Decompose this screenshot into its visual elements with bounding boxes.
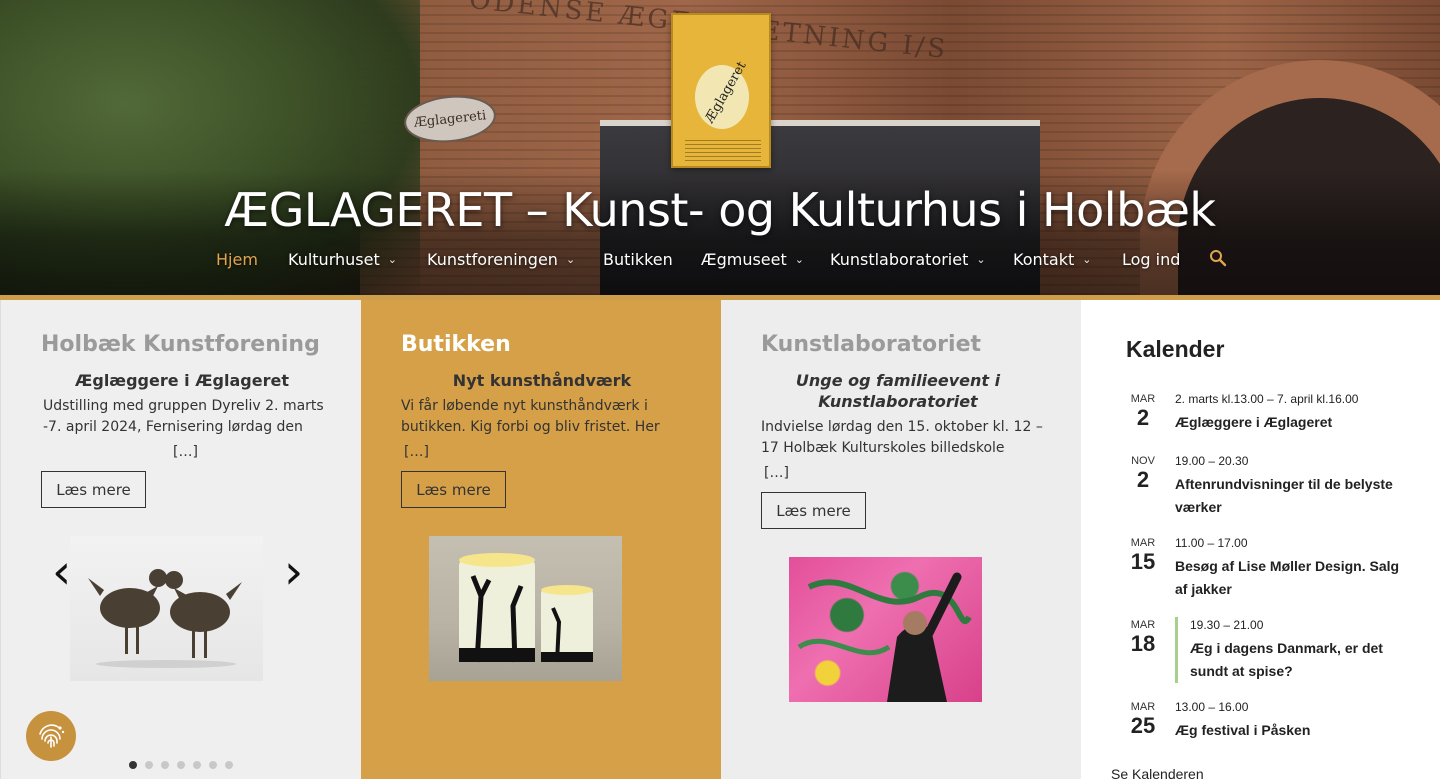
lanterns-image[interactable] — [429, 536, 622, 681]
event-title[interactable]: Æglæggere i Æglageret — [1175, 411, 1415, 434]
nav-label: Ægmuseet — [701, 250, 787, 269]
slider-dot[interactable] — [161, 761, 169, 769]
item-excerpt: Udstilling med gruppen Dyreliv 2. marts … — [43, 398, 324, 435]
logo-fineprint — [685, 139, 761, 161]
read-more-button[interactable]: Læs mere — [41, 471, 146, 508]
slider-next-button[interactable]: › — [284, 548, 303, 596]
nav-item-log-ind[interactable]: Log ind — [1122, 250, 1180, 269]
nav-label: Hjem — [216, 250, 258, 269]
item-title[interactable]: Unge og familieevent i Kunstlaboratoriet — [773, 370, 1023, 412]
event-title[interactable]: Æg festival i Påsken — [1175, 719, 1415, 742]
slider-dot[interactable] — [209, 761, 217, 769]
event-month: NOV — [1131, 455, 1155, 467]
event-title[interactable]: Aftenrundvisninger til de belyste værker — [1175, 473, 1415, 519]
event-month: MAR — [1130, 393, 1156, 405]
event-month: MAR — [1130, 619, 1156, 631]
slider-dot[interactable] — [225, 761, 233, 769]
slider-dot[interactable] — [145, 761, 153, 769]
chevron-down-icon: ⌄ — [976, 253, 986, 266]
item-excerpt: Indvielse lørdag den 15. oktober kl. 12 … — [761, 419, 1043, 456]
item-title[interactable]: Nyt kunsthåndværk — [401, 370, 683, 391]
see-calendar-link[interactable]: Se Kalenderen — [1111, 766, 1204, 779]
graffiti-image[interactable] — [789, 557, 982, 702]
nav-item-hjem[interactable]: Hjem — [216, 250, 258, 269]
graffiti-painter-illustration — [797, 572, 972, 702]
nav-item-butikken[interactable]: Butikken — [603, 250, 673, 269]
slider-dot[interactable] — [129, 761, 137, 769]
nav-item-kunstlaboratoriet[interactable]: Kunstlaboratoriet ⌄ — [830, 250, 986, 269]
panel-butikken: Butikken Nyt kunsthåndværk Vi får løbend… — [361, 300, 721, 779]
chevron-down-icon: ⌄ — [387, 253, 397, 266]
event-day: 25 — [1130, 713, 1156, 738]
excerpt-ellipsis: […] — [173, 444, 198, 460]
nav-label: Kunstforeningen — [427, 250, 558, 269]
nav-label: Butikken — [603, 250, 673, 269]
nav-item-aegmuseet[interactable]: Ægmuseet ⌄ — [701, 250, 804, 269]
fingerprint-icon — [39, 724, 65, 748]
site-logo[interactable]: Æglageret — [671, 13, 771, 168]
nav-label: Kulturhuset — [288, 250, 380, 269]
chevron-down-icon: ⌄ — [794, 253, 804, 266]
slider-dot[interactable] — [193, 761, 201, 769]
panel-title: Holbæk Kunstforening — [41, 332, 320, 357]
slider-dots — [129, 761, 233, 769]
event-time: 11.00 – 17.00 — [1175, 536, 1248, 550]
event-month: MAR — [1130, 701, 1156, 713]
event-day: 15 — [1130, 549, 1156, 574]
bronze-hens-illustration — [88, 569, 242, 668]
event-time: 19.00 – 20.30 — [1175, 454, 1249, 468]
site-title: ÆGLAGERET – Kunst- og Kulturhus i Holbæk — [224, 183, 1216, 237]
event-day: 2 — [1136, 405, 1150, 430]
nav-item-kulturhuset[interactable]: Kulturhuset ⌄ — [288, 250, 397, 269]
event-body: 2. marts kl.13.00 – 7. april kl.16.00 Æg… — [1175, 391, 1415, 434]
event-body: 19.30 – 21.00 Æg i dagens Danmark, er de… — [1175, 617, 1415, 683]
event-time: 19.30 – 21.00 — [1190, 618, 1264, 632]
calendar-title: Kalender — [1126, 336, 1225, 362]
panel-kunstlaboratoriet: Kunstlaboratoriet Unge og familieevent i… — [721, 300, 1081, 779]
nav-label: Kunstlaboratoriet — [830, 250, 969, 269]
nav-label: Log ind — [1122, 250, 1181, 269]
excerpt-ellipsis: […] — [404, 444, 429, 460]
event-title[interactable]: Æg i dagens Danmark, er det sundt at spi… — [1190, 637, 1415, 683]
nav-item-kontakt[interactable]: Kontakt ⌄ — [1013, 250, 1091, 269]
chevron-down-icon: ⌄ — [1082, 253, 1092, 266]
search-icon[interactable] — [1208, 248, 1228, 268]
hens-image[interactable] — [70, 536, 263, 681]
read-more-button[interactable]: Læs mere — [761, 492, 866, 529]
event-time: 2. marts kl.13.00 – 7. april kl.16.00 — [1175, 392, 1359, 406]
read-more-button[interactable]: Læs mere — [401, 471, 506, 508]
slider-dot[interactable] — [177, 761, 185, 769]
nav-item-kunstforeningen[interactable]: Kunstforeningen ⌄ — [427, 250, 575, 269]
event-body: 19.00 – 20.30 Aftenrundvisninger til de … — [1175, 453, 1415, 519]
calendar-panel: Kalender MAR 2 2. marts kl.13.00 – 7. ap… — [1081, 300, 1440, 779]
slider-prev-button[interactable]: ‹ — [52, 548, 71, 596]
event-body: 13.00 – 16.00 Æg festival i Påsken — [1175, 699, 1415, 742]
ceramic-lanterns-illustration — [459, 553, 593, 663]
event-body: 11.00 – 17.00 Besøg af Lise Møller Desig… — [1175, 535, 1415, 601]
nav-label: Kontakt — [1013, 250, 1075, 269]
event-day: 2 — [1136, 467, 1150, 492]
item-title[interactable]: Æglæggere i Æglageret — [41, 370, 323, 391]
event-title[interactable]: Besøg af Lise Møller Design. Salg af jak… — [1175, 555, 1415, 601]
hero-banner: ODENSE ÆGFORRETNING I/S Æglagereti Æglag… — [0, 0, 1440, 295]
event-day: 18 — [1130, 631, 1156, 656]
panel-kunstforening: Holbæk Kunstforening Æglæggere i Æglager… — [0, 300, 361, 779]
event-time: 13.00 – 16.00 — [1175, 700, 1249, 714]
event-month: MAR — [1130, 537, 1156, 549]
panel-title: Kunstlaboratoriet — [761, 332, 981, 357]
cookie-consent-button[interactable] — [26, 711, 76, 761]
panel-title: Butikken — [401, 332, 511, 357]
chevron-down-icon: ⌄ — [565, 253, 576, 266]
item-excerpt: Vi får løbende nyt kunsthåndværk i butik… — [401, 398, 660, 435]
excerpt-ellipsis: […] — [764, 465, 789, 481]
